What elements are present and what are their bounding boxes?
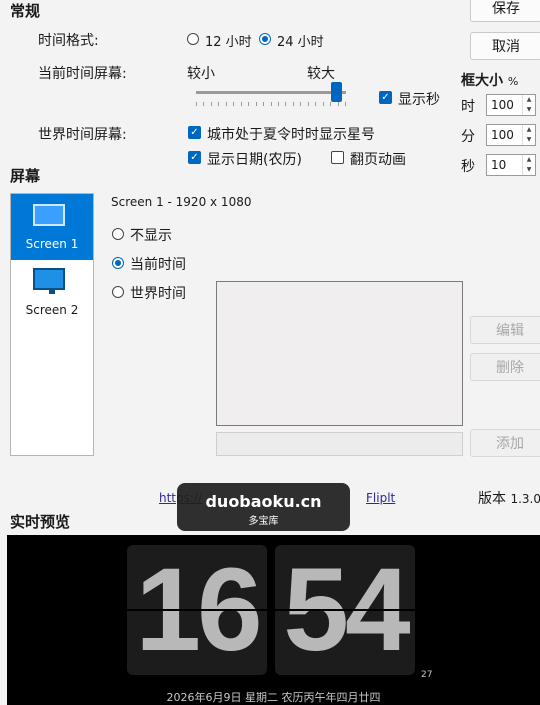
screens-title: 屏幕 xyxy=(10,167,41,185)
screen-item-label: Screen 1 xyxy=(25,237,79,251)
screen-list: Screen 1 Screen 2 xyxy=(10,193,94,456)
slider-tick xyxy=(241,102,242,106)
dst-star-checkbox[interactable]: ✓ xyxy=(188,126,201,139)
flip-animation-checkbox[interactable] xyxy=(331,151,344,164)
screen-item-1[interactable]: Screen 1 xyxy=(11,194,93,260)
second-size-label: 秒 xyxy=(461,159,475,175)
delete-button[interactable]: 删除 xyxy=(470,353,540,381)
world-screen-label: 世界时间屏幕: xyxy=(38,127,127,143)
current-screen-label: 当前时间屏幕: xyxy=(38,66,127,82)
radio-world-time[interactable] xyxy=(112,286,124,298)
add-button[interactable]: 添加 xyxy=(470,429,540,457)
slider-tick xyxy=(256,102,257,106)
save-button[interactable]: 保存 xyxy=(470,0,540,22)
show-date-checkbox[interactable]: ✓ xyxy=(188,151,201,164)
version-text: 版本 1.3.0 xyxy=(478,491,540,507)
live-preview: 16 54 27 2026年6月9日 星期二 农历丙午年四月廿四 xyxy=(7,535,540,705)
cancel-button[interactable]: 取消 xyxy=(470,32,540,60)
radio-current-time[interactable] xyxy=(112,257,124,269)
slider-min-label: 较小 xyxy=(187,66,215,82)
frame-size-title: 框大小 % xyxy=(461,73,519,89)
slider-tick xyxy=(285,102,286,106)
slider-tick xyxy=(218,102,219,106)
watermark-sub: 多宝库 xyxy=(248,516,279,527)
minute-size-stepper[interactable]: 100 ▲ ▼ xyxy=(486,124,536,146)
date-line: 2026年6月9日 星期二 农历丙午年四月廿四 xyxy=(166,691,381,704)
slider-max-label: 较大 xyxy=(307,66,335,82)
slider-tick xyxy=(315,102,316,106)
general-title: 常规 xyxy=(10,2,41,20)
second-size-stepper[interactable]: 10 ▲ ▼ xyxy=(486,154,536,176)
city-input[interactable] xyxy=(216,432,463,456)
stepper-arrows-icon[interactable]: ▲ ▼ xyxy=(522,95,535,115)
radio-current-time-label: 当前时间 xyxy=(130,257,186,273)
radio-12h[interactable] xyxy=(187,33,199,45)
slider-tick xyxy=(248,102,249,106)
time-format-label: 时间格式: xyxy=(38,33,99,49)
city-list[interactable] xyxy=(216,281,463,426)
radio-24h-label: 24 小时 xyxy=(277,35,324,50)
slider-tick xyxy=(293,102,294,106)
screen-item-2[interactable]: Screen 2 xyxy=(11,260,93,326)
radio-none[interactable] xyxy=(112,228,124,240)
show-date-label: 显示日期(农历) xyxy=(207,152,302,168)
slider-tick xyxy=(203,102,204,106)
watermark-main: duobaoku.cn xyxy=(205,492,322,511)
size-slider-thumb[interactable] xyxy=(331,82,342,102)
radio-12h-label: 12 小时 xyxy=(205,35,252,50)
flip-card-hour: 16 xyxy=(127,545,267,675)
slider-tick xyxy=(196,102,197,106)
seconds-display: 27 xyxy=(421,670,433,680)
dst-star-label: 城市处于夏令时时显示星号 xyxy=(207,127,375,143)
monitor-icon xyxy=(33,204,65,226)
slider-tick xyxy=(300,102,301,106)
slider-tick xyxy=(345,102,346,106)
radio-world-time-label: 世界时间 xyxy=(130,286,186,302)
show-seconds-label: 显示秒 xyxy=(398,92,440,108)
preview-title: 实时预览 xyxy=(10,513,71,531)
hour-size-label: 时 xyxy=(461,99,475,115)
monitor-icon xyxy=(33,268,65,290)
monitor-stand xyxy=(49,290,55,294)
slider-tick xyxy=(330,102,331,106)
slider-tick xyxy=(271,102,272,106)
radio-24h[interactable] xyxy=(259,33,271,45)
minute-size-label: 分 xyxy=(461,129,475,145)
slider-tick xyxy=(278,102,279,106)
stepper-arrows-icon[interactable]: ▲ ▼ xyxy=(522,125,535,145)
screen-item-label: Screen 2 xyxy=(25,303,79,317)
selected-screen-info: Screen 1 - 1920 x 1080 xyxy=(111,195,252,209)
flip-card-minute: 54 xyxy=(275,545,415,675)
slider-tick xyxy=(338,102,339,106)
hour-size-stepper[interactable]: 100 ▲ ▼ xyxy=(486,94,536,116)
size-slider-track[interactable] xyxy=(196,82,346,102)
edit-button[interactable]: 编辑 xyxy=(470,316,540,344)
flip-animation-label: 翻页动画 xyxy=(350,152,406,168)
slider-tick xyxy=(211,102,212,106)
show-seconds-checkbox[interactable]: ✓ xyxy=(379,91,392,104)
watermark-badge: duobaoku.cn 多宝库 xyxy=(177,483,350,531)
slider-tick xyxy=(233,102,234,106)
stepper-arrows-icon[interactable]: ▲ ▼ xyxy=(522,155,535,175)
slider-tick xyxy=(263,102,264,106)
slider-tick xyxy=(226,102,227,106)
slider-tick xyxy=(308,102,309,106)
radio-none-label: 不显示 xyxy=(130,228,172,244)
slider-ticks xyxy=(196,102,346,106)
slider-tick xyxy=(323,102,324,106)
